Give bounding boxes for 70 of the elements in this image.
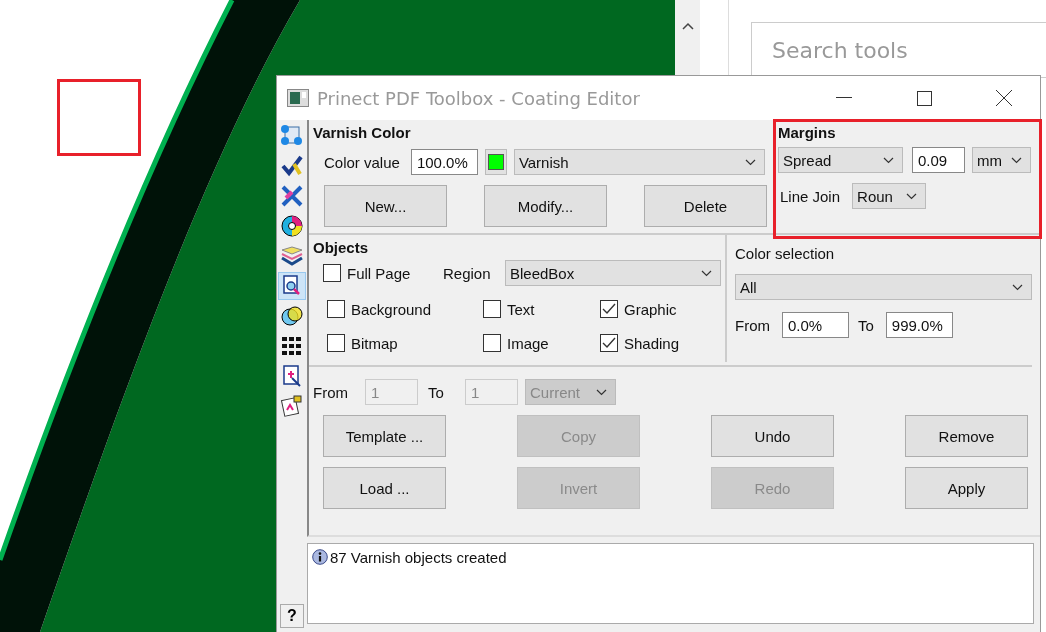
field-label: Region <box>443 264 492 282</box>
checkbox[interactable] <box>483 300 501 318</box>
action-button[interactable]: Undo <box>711 415 834 457</box>
window-title: Prinect PDF Toolbox - Coating Editor <box>317 87 641 109</box>
info-icon <box>312 549 328 565</box>
from-field[interactable]: 0.0% <box>782 312 849 338</box>
caret-icon <box>596 388 607 396</box>
region-dropdown[interactable]: BleedBox <box>505 260 721 286</box>
field-label: Color value <box>324 153 400 171</box>
field-label: From <box>313 383 349 401</box>
color-strips-icon <box>280 244 304 268</box>
color-dropdown[interactable]: Varnish <box>513 149 765 175</box>
action-button[interactable]: Delete <box>644 185 767 227</box>
minimize-icon[interactable] <box>836 97 852 99</box>
line-join-dropdown[interactable]: Roun <box>852 183 927 209</box>
action-button[interactable]: Apply <box>905 467 1028 509</box>
color-selection-dropdown[interactable]: All <box>735 274 1032 300</box>
to-field[interactable]: 999.0% <box>885 312 953 338</box>
search-field[interactable]: Search tools <box>751 22 1046 78</box>
action-button[interactable]: Remove <box>905 415 1028 457</box>
overlap-circles-icon <box>280 304 304 328</box>
action-button[interactable]: Load ... <box>323 467 446 509</box>
ruler-check-icon <box>280 154 304 178</box>
checklist-icon <box>280 124 304 148</box>
caret-icon <box>701 269 712 277</box>
help-button[interactable]: ? <box>280 604 304 628</box>
caret-icon <box>883 156 894 164</box>
checkbox-label: Text <box>507 300 535 318</box>
field-label: Line Join <box>780 187 841 205</box>
checkbox-label: Bitmap <box>351 334 398 352</box>
unit-dropdown[interactable]: mm <box>972 147 1031 173</box>
scroll-up-icon[interactable] <box>681 22 694 30</box>
status-message: 87 Varnish objects created <box>330 549 507 566</box>
action-button[interactable]: Template ... <box>323 415 446 457</box>
color-value-field[interactable]: 100.0% <box>410 149 478 175</box>
field-label: Color selection <box>735 245 836 262</box>
margin-value-field[interactable]: 0.09 <box>912 147 965 173</box>
checkbox-label: Graphic <box>624 300 677 318</box>
action-button[interactable]: New... <box>324 185 447 227</box>
caret-icon <box>744 158 756 166</box>
caret-icon <box>1012 283 1023 291</box>
checkbox-label: Background <box>351 300 432 318</box>
checkbox[interactable] <box>600 300 618 318</box>
checkbox[interactable] <box>600 334 618 352</box>
caret-icon <box>1011 156 1022 164</box>
checkbox-label: Image <box>507 334 549 352</box>
app-window-icon <box>287 89 309 107</box>
tool-tab[interactable] <box>278 212 306 240</box>
margin-mode-dropdown[interactable]: Spread <box>778 147 903 173</box>
checkbox[interactable] <box>483 334 501 352</box>
action-button[interactable]: Modify... <box>484 185 607 227</box>
page-stamp-icon <box>280 394 304 418</box>
field-label: To <box>858 316 874 334</box>
color-disc-icon <box>280 214 304 238</box>
grid-tiles-icon <box>280 334 304 358</box>
tool-tab[interactable] <box>278 272 306 300</box>
maximize-icon[interactable] <box>916 90 932 106</box>
checkbox-label: Full Page <box>347 264 411 282</box>
color-swatch-button[interactable] <box>484 149 507 175</box>
section-title: Margins <box>778 124 837 141</box>
checkbox[interactable] <box>323 264 341 282</box>
field-label: To <box>428 383 445 401</box>
checkbox[interactable] <box>327 300 345 318</box>
section-title: Objects <box>313 239 370 256</box>
section-title: Varnish Color <box>313 124 412 141</box>
checkbox-label: Shading <box>624 334 680 352</box>
caret-icon <box>906 192 918 200</box>
field-label: From <box>735 316 770 334</box>
checkbox[interactable] <box>327 334 345 352</box>
close-icon[interactable] <box>996 90 1012 106</box>
